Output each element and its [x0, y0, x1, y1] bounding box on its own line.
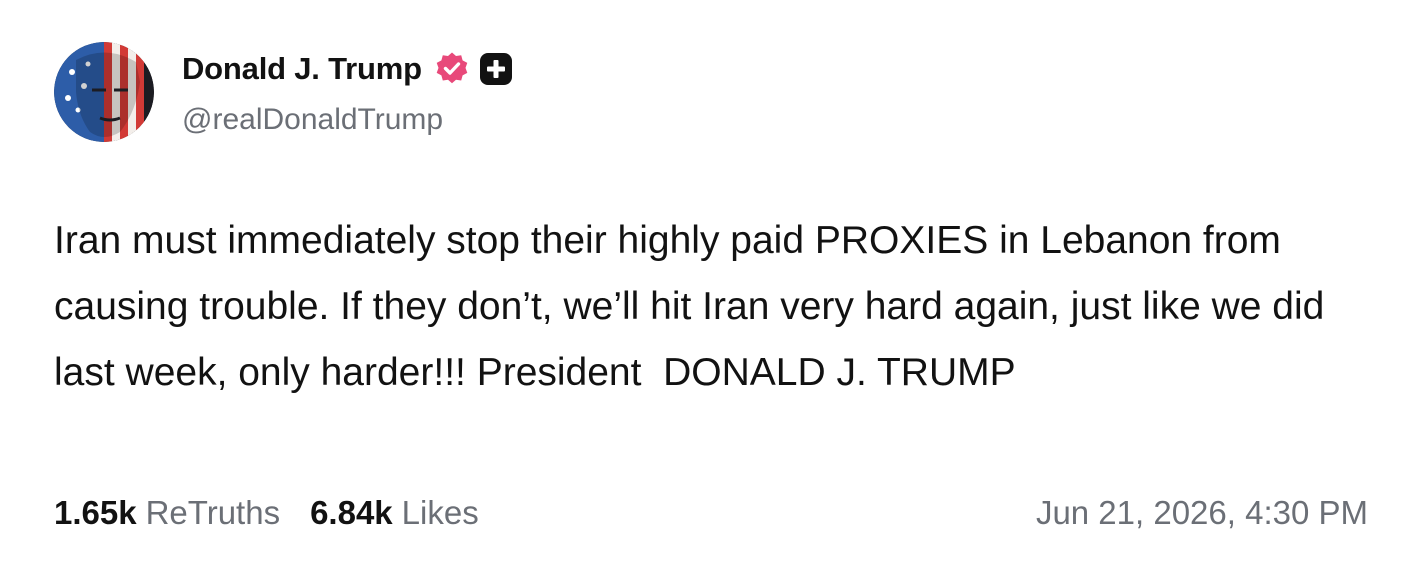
- post-header: Donald J. Trump @realDonaldTrump: [54, 42, 512, 142]
- post-stats: 1.65k ReTruths 6.84k Likes: [54, 494, 509, 532]
- likes-count: 6.84k: [310, 494, 393, 531]
- retruths-count: 1.65k: [54, 494, 137, 531]
- likes-stat[interactable]: 6.84k Likes: [310, 494, 479, 532]
- post-footer: 1.65k ReTruths 6.84k Likes Jun 21, 2026,…: [54, 494, 1368, 532]
- name-row: Donald J. Trump: [182, 47, 512, 91]
- plus-badge-icon: [479, 53, 512, 85]
- retruths-stat[interactable]: 1.65k ReTruths: [54, 494, 280, 532]
- post-text: Iran must immediately stop their highly …: [54, 219, 1336, 394]
- likes-label: Likes: [401, 494, 479, 531]
- truth-post-card: Donald J. Trump @realDonaldTrump Iran mu…: [0, 0, 1420, 568]
- author-identity: Donald J. Trump @realDonaldTrump: [182, 47, 512, 137]
- author-display-name[interactable]: Donald J. Trump: [182, 51, 422, 87]
- avatar[interactable]: [54, 42, 154, 142]
- verified-badge-icon: [436, 52, 468, 84]
- post-timestamp[interactable]: Jun 21, 2026, 4:30 PM: [1036, 494, 1368, 532]
- retruths-label: ReTruths: [145, 494, 281, 531]
- author-handle[interactable]: @realDonaldTrump: [182, 103, 512, 137]
